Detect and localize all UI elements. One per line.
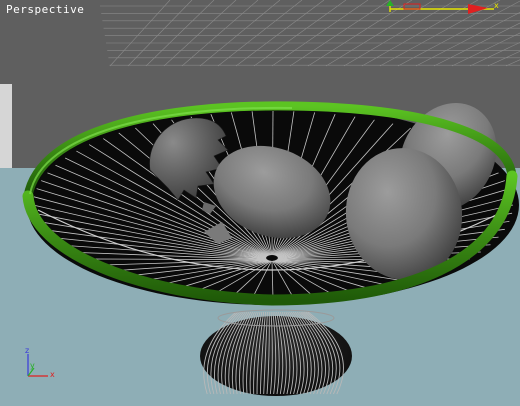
axis-z-label: z	[25, 346, 30, 355]
backdrop-wall	[0, 84, 12, 172]
transform-gizmo-y-arrow	[386, 0, 394, 6]
perspective-viewport[interactable]: Perspective x z y x	[0, 0, 520, 406]
transform-gizmo[interactable]: x	[384, 0, 502, 16]
transform-gizmo-plane-handle	[403, 3, 421, 10]
axis-tripod: z y x	[18, 346, 62, 386]
viewport-label[interactable]: Perspective	[6, 3, 84, 16]
scene-canvas[interactable]	[0, 0, 520, 406]
axis-x-label: x	[50, 370, 55, 379]
transform-gizmo-x-label: x	[494, 1, 499, 10]
axis-y-label: y	[30, 361, 35, 370]
